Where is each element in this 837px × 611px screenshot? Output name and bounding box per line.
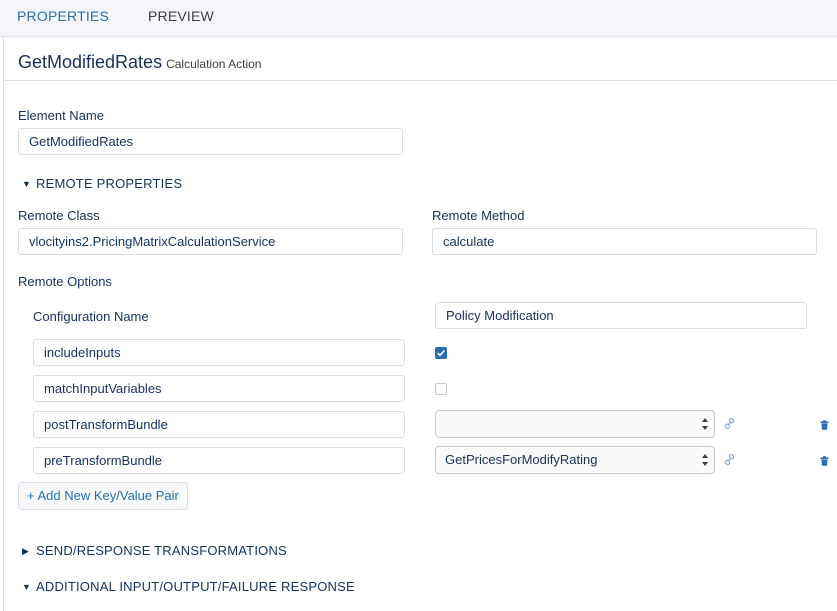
tab-preview[interactable]: PREVIEW: [148, 0, 214, 36]
header-divider: [3, 80, 837, 81]
configuration-name-key: Configuration Name: [33, 309, 149, 324]
trash-icon[interactable]: [820, 420, 829, 430]
remote-properties-heading: REMOTE PROPERTIES: [36, 176, 183, 191]
caret-down-icon: ▼: [22, 582, 32, 592]
pre-transform-bundle-select[interactable]: GetPricesForModifyRating: [435, 446, 715, 474]
option-key-match-input-variables[interactable]: matchInputVariables: [33, 375, 405, 402]
option-key-post-transform-bundle[interactable]: postTransformBundle: [33, 411, 405, 438]
tab-bar: PROPERTIES PREVIEW: [0, 0, 837, 37]
remote-class-input[interactable]: vlocityins2.PricingMatrixCalculationServ…: [18, 228, 403, 255]
select-arrows-icon: [702, 418, 708, 430]
pre-transform-bundle-selected: GetPricesForModifyRating: [445, 452, 598, 467]
remote-method-label: Remote Method: [432, 208, 525, 223]
element-name-label: Element Name: [18, 108, 104, 123]
additional-input-output-failure-response-toggle[interactable]: ▼ ADDITIONAL INPUT/OUTPUT/FAILURE RESPONS…: [22, 579, 355, 594]
element-name-input[interactable]: GetModifiedRates: [18, 128, 403, 155]
option-key-pre-transform-bundle[interactable]: preTransformBundle: [33, 447, 405, 474]
match-input-variables-checkbox[interactable]: [435, 383, 447, 395]
element-type-subtitle: Calculation Action: [166, 57, 262, 71]
select-arrows-icon: [702, 454, 708, 466]
remote-class-label: Remote Class: [18, 208, 100, 223]
trash-icon[interactable]: [820, 456, 829, 466]
caret-right-icon: ▶: [22, 546, 30, 556]
option-key-include-inputs[interactable]: includeInputs: [33, 339, 405, 366]
link-icon[interactable]: [724, 454, 735, 465]
link-icon[interactable]: [724, 418, 735, 429]
send-response-transformations-heading: SEND/RESPONSE TRANSFORMATIONS: [36, 543, 287, 558]
element-header: GetModifiedRates Calculation Action: [18, 52, 261, 73]
caret-down-icon: ▼: [22, 179, 32, 189]
tab-properties[interactable]: PROPERTIES: [17, 0, 109, 36]
remote-options-label: Remote Options: [18, 274, 112, 289]
send-response-transformations-toggle[interactable]: ▶ SEND/RESPONSE TRANSFORMATIONS: [22, 543, 287, 558]
additional-input-output-failure-response-heading: ADDITIONAL INPUT/OUTPUT/FAILURE RESPONSE: [36, 579, 355, 594]
add-key-value-pair-button[interactable]: + Add New Key/Value Pair: [18, 482, 188, 510]
configuration-name-value[interactable]: Policy Modification: [435, 302, 807, 329]
include-inputs-checkbox[interactable]: [435, 347, 447, 359]
remote-method-input[interactable]: calculate: [432, 228, 817, 255]
post-transform-bundle-select[interactable]: [435, 410, 715, 438]
remote-properties-toggle[interactable]: ▼ REMOTE PROPERTIES: [22, 176, 182, 191]
page-title: GetModifiedRates: [18, 52, 163, 72]
check-icon: [437, 350, 445, 357]
